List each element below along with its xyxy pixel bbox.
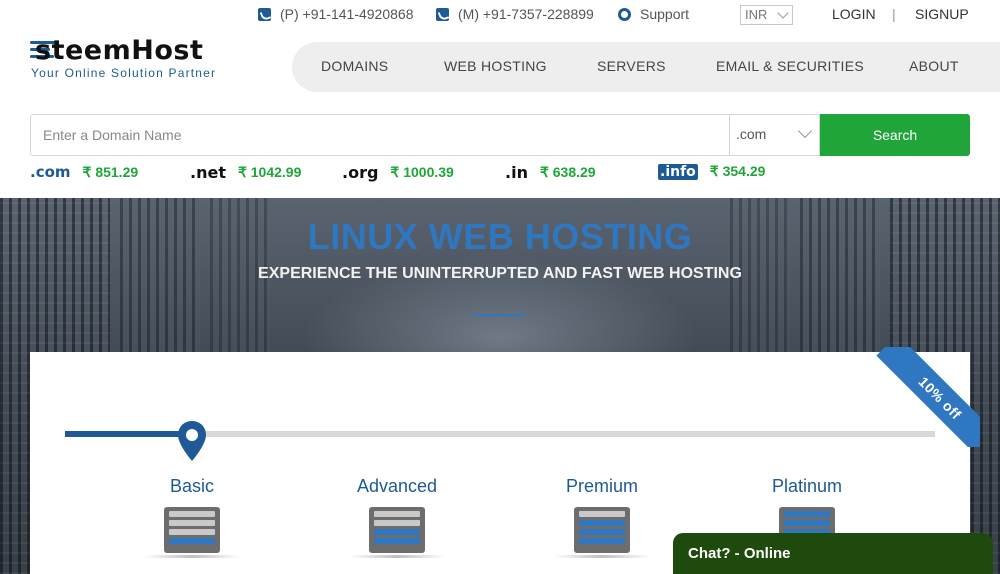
signup-link[interactable]: SIGNUP [915,6,969,22]
server-icon [369,507,425,553]
tld-logo-in: .in [505,163,528,182]
server-shadow [349,555,445,558]
support-link[interactable]: Support [618,6,689,22]
hero-title: LINUX WEB HOSTING [307,216,693,257]
plan-name: Platinum [771,476,843,496]
currency-value: INR [745,7,768,22]
logo-tagline: Your Online Solution Partner [31,66,217,80]
tld-select-value: .com [736,126,767,142]
tld-logo-org: .org [342,163,379,182]
nav-item-about[interactable]: ABOUT [909,58,959,74]
tld-price-value: ₹ 638.29 [539,164,596,180]
nav-item-servers[interactable]: SERVERS [597,58,666,74]
search-button[interactable]: Search [820,114,970,156]
plan-slider-handle[interactable] [177,420,207,462]
site-logo[interactable]: steemHost Your Online Solution Partner [30,35,240,81]
tld-select[interactable]: .com [729,115,820,155]
phone-m-text: (M) +91-7357-228899 [458,6,594,22]
mobile-icon [436,7,449,21]
plan-slider-fill [65,431,191,437]
tld-price-org[interactable]: .org ₹ 1000.39 [342,163,454,182]
plan-premium[interactable]: Premium [522,476,682,558]
phone-p-text: (P) +91-141-4920868 [280,6,414,22]
hero-subtitle: EXPERIENCE THE UNINTERRUPTED AND FAST WE… [258,265,742,282]
tld-logo-com: .com [30,163,71,181]
domain-search-box: .com [30,114,820,156]
server-icon [574,507,630,553]
nav-item-web-hosting[interactable]: WEB HOSTING [444,58,547,74]
tld-logo-net: .net [190,163,226,182]
nav-item-domains[interactable]: DOMAINS [321,58,388,74]
logo-text: steemHost [35,35,204,66]
tld-logo-info: .info [658,163,698,180]
phone-icon [258,7,271,21]
top-bar: (P) +91-141-4920868 (M) +91-7357-228899 … [0,0,1000,30]
phone-m-link[interactable]: (M) +91-7357-228899 [436,6,594,22]
domain-search-input[interactable] [31,115,729,155]
nav-item-email-securities[interactable]: EMAIL & SECURITIES [716,58,864,74]
chevron-down-icon [797,123,813,139]
plan-name: Premium [565,476,638,496]
currency-select[interactable]: INR [740,5,793,25]
plan-basic[interactable]: Basic [112,476,272,558]
support-text: Support [640,6,690,22]
plan-name: Advanced [356,476,438,496]
chevron-down-icon [777,7,789,19]
phone-p-link[interactable]: (P) +91-141-4920868 [258,6,414,22]
main-nav: DOMAINS WEB HOSTING SERVERS EMAIL & SECU… [292,42,1000,92]
server-shadow [144,555,240,558]
page: (P) +91-141-4920868 (M) +91-7357-228899 … [0,0,1000,574]
tld-price-info[interactable]: .info ₹ 354.29 [658,163,765,180]
plan-advanced[interactable]: Advanced [317,476,477,558]
tld-price-value: ₹ 1042.99 [237,164,302,180]
hero-divider [474,314,524,316]
tld-price-com[interactable]: .com ₹ 851.29 [30,163,138,181]
server-icon [164,507,220,553]
login-link[interactable]: LOGIN [832,6,876,22]
server-shadow [554,555,650,558]
support-icon [618,7,631,21]
tld-price-value: ₹ 851.29 [82,163,139,180]
plan-name: Basic [169,476,214,496]
tld-price-value: ₹ 354.29 [709,163,766,179]
tld-price-net[interactable]: .net ₹ 1042.99 [190,163,301,182]
tld-price-in[interactable]: .in ₹ 638.29 [505,163,596,182]
tld-price-value: ₹ 1000.39 [390,164,454,180]
chat-widget[interactable]: Chat? - Online [673,533,993,574]
login-signup-separator: | [892,6,896,22]
map-pin-icon [178,421,206,461]
